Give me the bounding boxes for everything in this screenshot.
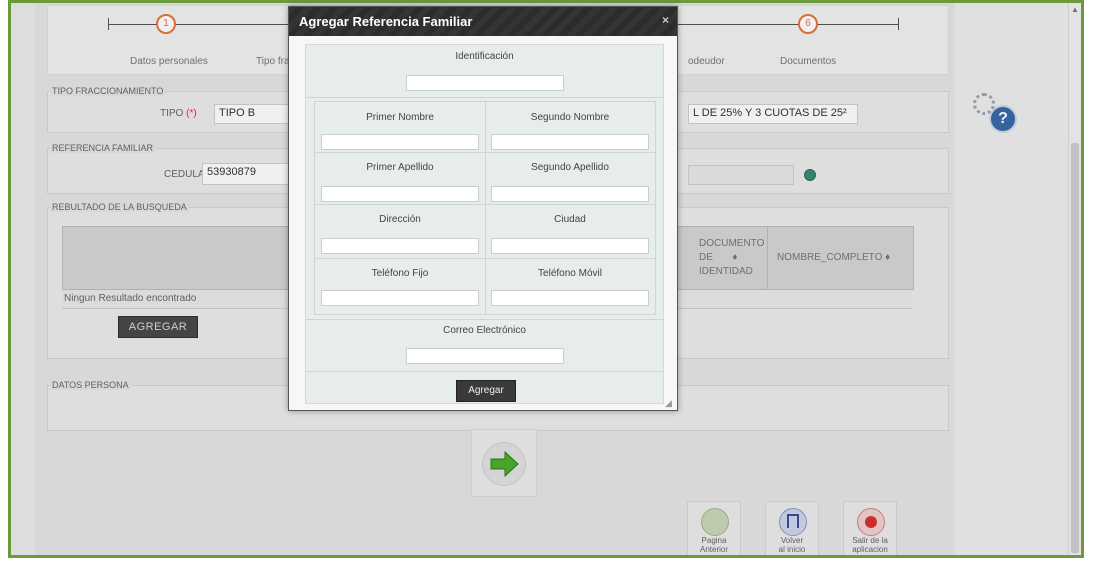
- modal-agregar-button[interactable]: Agregar: [456, 380, 516, 402]
- segundo-nombre-input[interactable]: [491, 134, 649, 150]
- direccion-input[interactable]: [321, 238, 479, 254]
- close-icon[interactable]: ×: [662, 13, 669, 27]
- resize-handle-icon[interactable]: ◢: [665, 398, 675, 408]
- grid-hdivider: [315, 152, 655, 153]
- direccion-label: Dirección: [379, 214, 421, 225]
- telefono-movil-input[interactable]: [491, 290, 649, 306]
- primer-apellido-label: Primer Apellido: [366, 162, 434, 173]
- identificacion-label: Identificación: [455, 51, 514, 62]
- grid-hdivider: [315, 204, 655, 205]
- name-grid: Primer Nombre Segundo Nombre Primer Apel…: [314, 101, 656, 315]
- correo-input[interactable]: [406, 348, 564, 364]
- divider: [306, 97, 663, 98]
- identificacion-input[interactable]: [406, 75, 564, 91]
- grid-hdivider: [315, 258, 655, 259]
- divider: [306, 371, 663, 372]
- modal-titlebar[interactable]: Agregar Referencia Familiar ×: [289, 7, 677, 36]
- primer-nombre-input[interactable]: [321, 134, 479, 150]
- primer-apellido-input[interactable]: [321, 186, 479, 202]
- telefono-fijo-label: Teléfono Fijo: [371, 268, 429, 279]
- modal-form: Identificación Primer Nombre Segundo Nom…: [305, 44, 664, 404]
- telefono-movil-label: Teléfono Móvil: [538, 268, 602, 279]
- divider: [306, 319, 663, 320]
- primer-nombre-label: Primer Nombre: [366, 112, 434, 123]
- agregar-referencia-modal: Agregar Referencia Familiar × Identifica…: [288, 6, 678, 411]
- segundo-apellido-label: Segundo Apellido: [531, 162, 609, 173]
- segundo-apellido-input[interactable]: [491, 186, 649, 202]
- telefono-fijo-input[interactable]: [321, 290, 479, 306]
- correo-label: Correo Electrónico: [443, 325, 526, 336]
- grid-vdivider: [485, 102, 486, 314]
- segundo-nombre-label: Segundo Nombre: [530, 112, 610, 123]
- modal-title: Agregar Referencia Familiar: [299, 14, 473, 29]
- ciudad-label: Ciudad: [554, 214, 586, 225]
- ciudad-input[interactable]: [491, 238, 649, 254]
